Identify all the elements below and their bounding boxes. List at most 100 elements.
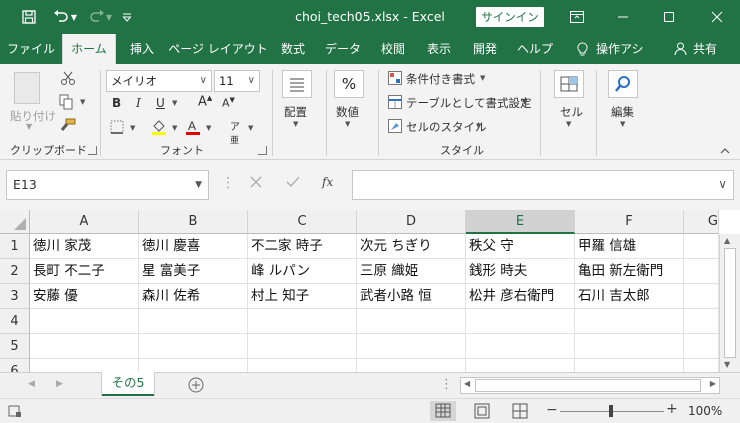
tab-data[interactable]: データ	[318, 34, 368, 64]
cell-f6[interactable]	[575, 359, 684, 372]
underline-dropdown-icon[interactable]: ▼	[172, 99, 177, 107]
cell-d3[interactable]: 武者小路 恒	[357, 284, 466, 309]
tab-help[interactable]: ヘルプ	[510, 34, 560, 64]
cell-c1[interactable]: 不二家 時子	[248, 234, 357, 259]
insert-function-icon[interactable]: fx	[322, 175, 333, 189]
bold-button[interactable]: B	[112, 96, 121, 110]
column-header-f[interactable]: F	[575, 210, 684, 234]
more-options-icon[interactable]: ⋮	[440, 377, 453, 392]
copy-icon[interactable]	[58, 94, 74, 113]
zoom-level[interactable]: 100%	[688, 404, 722, 418]
undo-dropdown-icon[interactable]: ▼	[68, 7, 80, 27]
number-format-icon[interactable]: %	[334, 70, 364, 98]
row-header-5[interactable]: 5	[0, 334, 30, 359]
decrease-font-icon[interactable]: A▼	[222, 96, 235, 110]
cell-a5[interactable]	[30, 334, 139, 359]
tab-review[interactable]: 校閲	[372, 34, 414, 64]
column-header-c[interactable]: C	[248, 210, 357, 234]
tab-formulas[interactable]: 数式	[272, 34, 314, 64]
number-dropdown-icon[interactable]: ▼	[345, 120, 350, 128]
ribbon-display-options-icon[interactable]	[554, 0, 600, 34]
number-button-label[interactable]: 数値	[336, 104, 359, 120]
column-header-g[interactable]: G	[684, 210, 719, 234]
cell-c5[interactable]	[248, 334, 357, 359]
lightbulb-icon[interactable]	[572, 34, 592, 64]
cell-d6[interactable]	[357, 359, 466, 372]
horizontal-scroll-thumb[interactable]	[475, 379, 701, 392]
cell-g5[interactable]	[684, 334, 719, 359]
conditional-format-dropdown-icon[interactable]: ▼	[480, 74, 485, 82]
cell-styles-icon[interactable]	[388, 119, 402, 136]
cell-g2[interactable]	[684, 259, 719, 284]
alignment-icon[interactable]	[282, 70, 312, 98]
paste-dropdown-icon[interactable]: ▼	[26, 122, 32, 131]
format-as-table-dropdown-icon[interactable]: ▼	[522, 98, 527, 106]
borders-icon[interactable]	[110, 120, 124, 137]
formula-input[interactable]: ∨	[352, 170, 734, 200]
cell-d5[interactable]	[357, 334, 466, 359]
scroll-left-icon[interactable]: ◀	[464, 379, 470, 388]
italic-button[interactable]: I	[136, 96, 141, 110]
cell-g3[interactable]	[684, 284, 719, 309]
cell-e3[interactable]: 松井 彦右衛門	[466, 284, 575, 309]
vertical-scrollbar[interactable]: ▲ ▼	[719, 234, 740, 372]
cell-a6[interactable]	[30, 359, 139, 372]
cell-e5[interactable]	[466, 334, 575, 359]
tab-file[interactable]: ファイル	[4, 34, 58, 64]
cell-b2[interactable]: 星 富美子	[139, 259, 248, 284]
zoom-out-icon[interactable]: −	[546, 402, 558, 418]
copy-dropdown-icon[interactable]: ▼	[80, 98, 85, 106]
scroll-right-icon[interactable]: ▶	[710, 379, 716, 388]
font-launcher-icon[interactable]	[258, 146, 267, 155]
sheet-tab-sono5[interactable]: その5	[102, 372, 154, 396]
cell-a2[interactable]: 長町 不二子	[30, 259, 139, 284]
cell-b3[interactable]: 森川 佐希	[139, 284, 248, 309]
cell-styles-button[interactable]: セルのスタイル	[406, 119, 487, 135]
minimize-icon[interactable]	[600, 0, 646, 34]
cell-a1[interactable]: 徳川 家茂	[30, 234, 139, 259]
font-color-icon[interactable]: A	[184, 118, 202, 139]
cell-c6[interactable]	[248, 359, 357, 372]
row-header-4[interactable]: 4	[0, 309, 30, 334]
fill-color-icon[interactable]	[150, 118, 168, 139]
normal-view-icon[interactable]	[430, 401, 456, 421]
cell-e1[interactable]: 秩父 守	[466, 234, 575, 259]
customize-toolbar-icon[interactable]	[118, 7, 136, 27]
cell-e4[interactable]	[466, 309, 575, 334]
editing-button-label[interactable]: 編集	[611, 104, 634, 120]
row-header-3[interactable]: 3	[0, 284, 30, 309]
column-header-b[interactable]: B	[139, 210, 248, 234]
alignment-dropdown-icon[interactable]: ▼	[293, 120, 298, 128]
cell-a3[interactable]: 安藤 優	[30, 284, 139, 309]
select-all-corner[interactable]	[0, 210, 30, 234]
cell-f3[interactable]: 石川 吉太郎	[575, 284, 684, 309]
expand-formula-icon[interactable]: ∨	[718, 177, 727, 191]
cell-f1[interactable]: 甲羅 信雄	[575, 234, 684, 259]
borders-dropdown-icon[interactable]: ▼	[130, 124, 135, 132]
column-header-a[interactable]: A	[30, 210, 139, 234]
cell-d1[interactable]: 次元 ちぎり	[357, 234, 466, 259]
scroll-down-icon[interactable]: ▼	[724, 360, 730, 369]
cells-button-label[interactable]: セル	[560, 104, 583, 120]
font-name-dropdown[interactable]: メイリオ ∨	[106, 70, 212, 92]
zoom-slider-thumb[interactable]	[609, 405, 613, 417]
cell-f4[interactable]	[575, 309, 684, 334]
share-icon[interactable]	[672, 34, 688, 64]
cell-b4[interactable]	[139, 309, 248, 334]
phonetic-dropdown-icon[interactable]: ▼	[248, 124, 253, 132]
editing-dropdown-icon[interactable]: ▼	[620, 120, 625, 128]
macro-record-icon[interactable]	[8, 404, 22, 421]
fill-color-dropdown-icon[interactable]: ▼	[172, 124, 177, 132]
cut-icon[interactable]	[60, 70, 76, 89]
cells-dropdown-icon[interactable]: ▼	[566, 120, 571, 128]
horizontal-scrollbar[interactable]: ◀ ▶	[460, 377, 720, 394]
cell-g4[interactable]	[684, 309, 719, 334]
format-painter-icon[interactable]	[58, 118, 76, 137]
tab-home[interactable]: ホーム	[62, 34, 116, 64]
close-icon[interactable]	[694, 0, 740, 34]
conditional-format-icon[interactable]	[388, 71, 402, 88]
name-box[interactable]: E13 ▼	[6, 170, 209, 200]
collapse-ribbon-icon[interactable]	[720, 144, 730, 158]
column-header-e[interactable]: E	[466, 210, 575, 234]
page-layout-view-icon[interactable]	[474, 403, 490, 422]
